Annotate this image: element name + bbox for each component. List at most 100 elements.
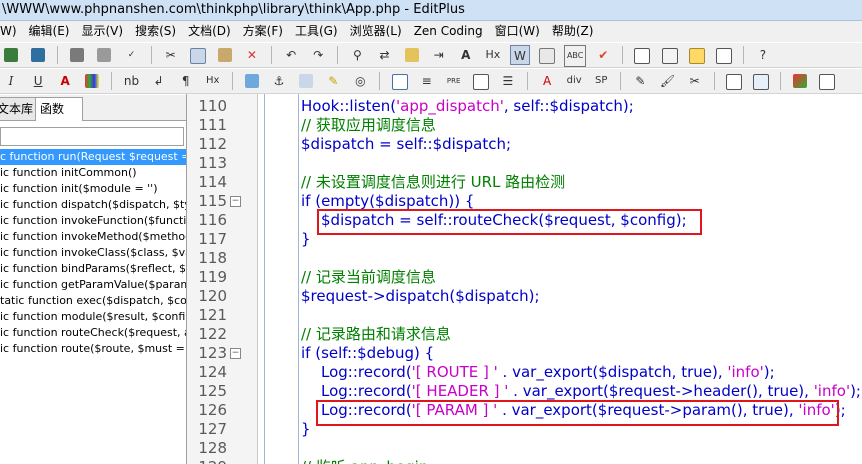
paragraph-icon[interactable]: ¶ [176, 71, 196, 91]
highlight-box [317, 209, 702, 235]
font-tag-icon[interactable]: A [537, 71, 557, 91]
line-break-icon[interactable]: ↲ [149, 71, 169, 91]
menu-item[interactable]: Zen Coding [408, 21, 489, 41]
function-list-item[interactable]: ic function getParamValue($param [0, 277, 186, 293]
line-number-icon[interactable]: ABC [564, 45, 587, 67]
fold-toggle-icon[interactable]: − [230, 196, 241, 207]
div-icon[interactable]: div [564, 71, 584, 91]
function-list-item[interactable]: c function run(Request $request = [0, 149, 186, 165]
function-list-item[interactable]: ic function dispatch($dispatch, $typ [0, 197, 186, 213]
anchor-icon[interactable]: ⚓ [269, 71, 289, 91]
menu-item[interactable]: 搜索(S) [129, 21, 182, 41]
code-line[interactable]: // 获取应用调度信息 [301, 116, 436, 135]
pencil-icon[interactable]: ✎ [323, 71, 343, 91]
line-number: 111 [198, 116, 227, 134]
menu-item[interactable]: 显示(V) [76, 21, 130, 41]
menu-item[interactable]: 窗口(W) [489, 21, 546, 41]
brush-icon[interactable]: 🖌 [658, 71, 678, 91]
function-list-item[interactable]: ic function initCommon() [0, 165, 186, 181]
window-icon[interactable] [817, 71, 837, 91]
line-number: 118 [198, 249, 227, 267]
link-icon[interactable] [296, 71, 316, 91]
fold-toggle-icon[interactable]: − [230, 348, 241, 359]
color-grid-icon[interactable] [82, 71, 102, 91]
undo-icon[interactable]: ↶ [281, 45, 301, 65]
print-preview-icon[interactable] [94, 45, 114, 65]
help-icon[interactable]: ? [753, 45, 773, 65]
function-list-item[interactable]: ic function invokeMethod($methoc [0, 229, 186, 245]
center-icon[interactable]: ≡ [417, 71, 437, 91]
function-list-item[interactable]: ic function invokeFunction($functi [0, 213, 186, 229]
function-list-item[interactable]: tatic function exec($dispatch, $cor [0, 293, 186, 309]
redo-icon[interactable]: ↷ [308, 45, 328, 65]
font-a-icon[interactable]: A [456, 45, 476, 65]
output-icon[interactable] [714, 45, 734, 65]
code-line[interactable]: $dispatch = self::$dispatch; [301, 135, 511, 154]
code-line[interactable]: // 未设置调度信息则进行 URL 路由检测 [301, 173, 565, 192]
frame-icon[interactable] [751, 71, 771, 91]
pre-icon[interactable]: PRE [444, 71, 464, 91]
code-editor[interactable]: 110 Hook::listen('app_dispatch', self::$d… [187, 94, 862, 464]
cut-icon[interactable]: ✂ [161, 45, 181, 65]
menu-item[interactable]: 文档(D) [182, 21, 237, 41]
menu-item[interactable]: 方案(F) [237, 21, 289, 41]
function-list-item[interactable]: ic function invokeClass($class, $var [0, 245, 186, 261]
list-icon[interactable]: ☰ [498, 71, 518, 91]
menu-item[interactable]: 工具(G) [289, 21, 344, 41]
code-line[interactable]: Hook::listen('app_dispatch', self::$disp… [301, 97, 634, 116]
delete-icon[interactable]: ✕ [242, 45, 262, 65]
menu-item[interactable]: 编辑(E) [23, 21, 76, 41]
function-list-item[interactable]: ic function routeCheck($request, ar [0, 325, 186, 341]
copy-icon[interactable] [188, 45, 208, 65]
paste-icon[interactable] [215, 45, 235, 65]
column-icon[interactable] [537, 45, 557, 65]
menu-item[interactable]: 帮助(Z) [546, 21, 600, 41]
tab-cliptext[interactable]: 文本库 [0, 97, 39, 120]
code-line[interactable]: } [301, 230, 311, 249]
image-icon[interactable] [242, 71, 262, 91]
menu-item[interactable]: 浏览器(L) [344, 21, 408, 41]
panel-icon[interactable] [632, 45, 652, 65]
menu-item[interactable]: W) [0, 21, 23, 41]
tools-icon[interactable]: ✂ [685, 71, 705, 91]
span-icon[interactable]: SP [591, 71, 611, 91]
spellcheck-icon[interactable]: ✓ [121, 45, 141, 65]
hex-icon[interactable]: Hx [483, 45, 503, 65]
code-line[interactable]: Log::record('[ HEADER ] ' . var_export($… [321, 382, 861, 401]
form-icon[interactable] [471, 71, 491, 91]
comment-icon[interactable]: ◎ [350, 71, 370, 91]
function-list-item[interactable]: ic function init($module = '') [0, 181, 186, 197]
code-line[interactable]: } [301, 420, 311, 439]
font-color-icon[interactable]: A [55, 71, 75, 91]
cliptext-icon[interactable] [687, 45, 707, 65]
edit-icon[interactable]: ✎ [630, 71, 650, 91]
function-list-item[interactable]: ic function bindParams($reflect, $v [0, 261, 186, 277]
code-line[interactable]: // 记录当前调度信息 [301, 268, 436, 287]
save-icon[interactable] [1, 45, 21, 65]
browser-icon[interactable] [724, 71, 744, 91]
tab-functions[interactable]: 函数 [35, 97, 83, 121]
goto-icon[interactable]: ⇥ [429, 45, 449, 65]
heading-icon[interactable]: Hx [203, 71, 223, 91]
colors-icon[interactable] [790, 71, 810, 91]
underline-icon[interactable]: U [28, 71, 48, 91]
save-all-icon[interactable] [28, 45, 48, 65]
function-filter-input[interactable] [0, 127, 184, 146]
find-in-files-icon[interactable] [402, 45, 422, 65]
check-icon[interactable]: ✔ [593, 45, 613, 65]
code-line[interactable]: // 监听 app_begin [301, 458, 428, 464]
function-list-item[interactable]: ic function route($route, $must = fa [0, 341, 186, 357]
directory-icon[interactable] [660, 45, 680, 65]
code-line[interactable]: // 记录路由和请求信息 [301, 325, 451, 344]
code-line[interactable]: $request->dispatch($dispatch); [301, 287, 540, 306]
nbsp-icon[interactable]: nb [121, 71, 141, 91]
find-icon[interactable]: ⚲ [347, 45, 367, 65]
word-wrap-icon[interactable]: W [509, 45, 530, 65]
code-line[interactable]: Log::record('[ ROUTE ] ' . var_export($d… [321, 363, 775, 382]
table-icon[interactable] [390, 71, 410, 91]
replace-icon[interactable]: ⇄ [375, 45, 395, 65]
italic-icon[interactable]: I [1, 71, 21, 91]
code-line[interactable]: if (self::$debug) { [301, 344, 434, 363]
print-icon[interactable] [67, 45, 87, 65]
function-list-item[interactable]: ic function module($result, $config [0, 309, 186, 325]
